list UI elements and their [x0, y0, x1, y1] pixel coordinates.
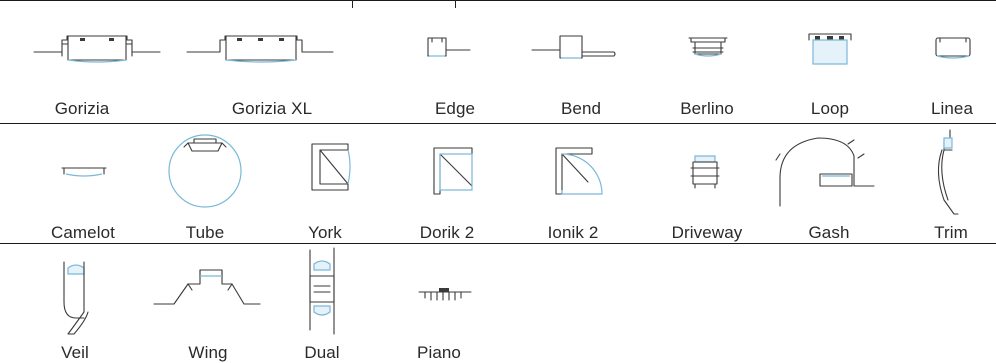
- profile-label: Driveway: [671, 223, 743, 242]
- row-divider: [0, 123, 996, 124]
- gorizia-profile-icon: [33, 35, 161, 63]
- profile-label: Veil: [61, 343, 89, 362]
- ionik-2-profile-icon: [555, 147, 603, 195]
- camelot-profile-icon: [61, 167, 107, 177]
- profile-label: Dual: [304, 343, 340, 362]
- loop-profile-icon: [808, 33, 852, 65]
- trim-profile-icon: [937, 129, 959, 215]
- top-tick: [455, 0, 456, 8]
- top-tick: [352, 0, 353, 8]
- gash-profile-icon: [775, 137, 875, 207]
- profile-label: Edge: [434, 99, 476, 118]
- bend-profile-icon: [531, 35, 616, 59]
- edge-profile-icon: [427, 37, 471, 57]
- profile-label: Linea: [930, 99, 974, 118]
- profile-label: Dorik 2: [419, 223, 475, 242]
- profile-label: Trim: [934, 223, 968, 242]
- dual-profile-icon: [309, 247, 335, 335]
- driveway-profile-icon: [690, 155, 720, 189]
- profile-label: Gash: [808, 223, 850, 242]
- berlino-profile-icon: [688, 37, 728, 57]
- profile-label: Wing: [188, 343, 228, 362]
- york-profile-icon: [311, 143, 351, 191]
- wing-profile-icon: [153, 269, 261, 305]
- profile-label: Piano: [417, 343, 461, 362]
- gorizia-xl-profile-icon: [186, 35, 334, 63]
- linea-profile-icon: [935, 37, 971, 59]
- profile-label: Ionik 2: [547, 223, 599, 242]
- profile-label: Gorizia XL: [231, 99, 313, 118]
- profile-label: Tube: [185, 223, 225, 242]
- profile-label: York: [308, 223, 342, 242]
- piano-profile-icon: [418, 288, 472, 301]
- profile-label: Gorizia: [54, 99, 110, 118]
- tube-profile-icon: [168, 134, 242, 208]
- row-divider: [0, 243, 996, 244]
- veil-profile-icon: [63, 261, 89, 335]
- profile-label: Loop: [810, 99, 850, 118]
- profile-label: Bend: [560, 99, 602, 118]
- dorik-2-profile-icon: [433, 147, 473, 195]
- top-rule: [0, 0, 996, 1]
- profile-label: Camelot: [50, 223, 116, 242]
- profile-label: Berlino: [680, 99, 734, 118]
